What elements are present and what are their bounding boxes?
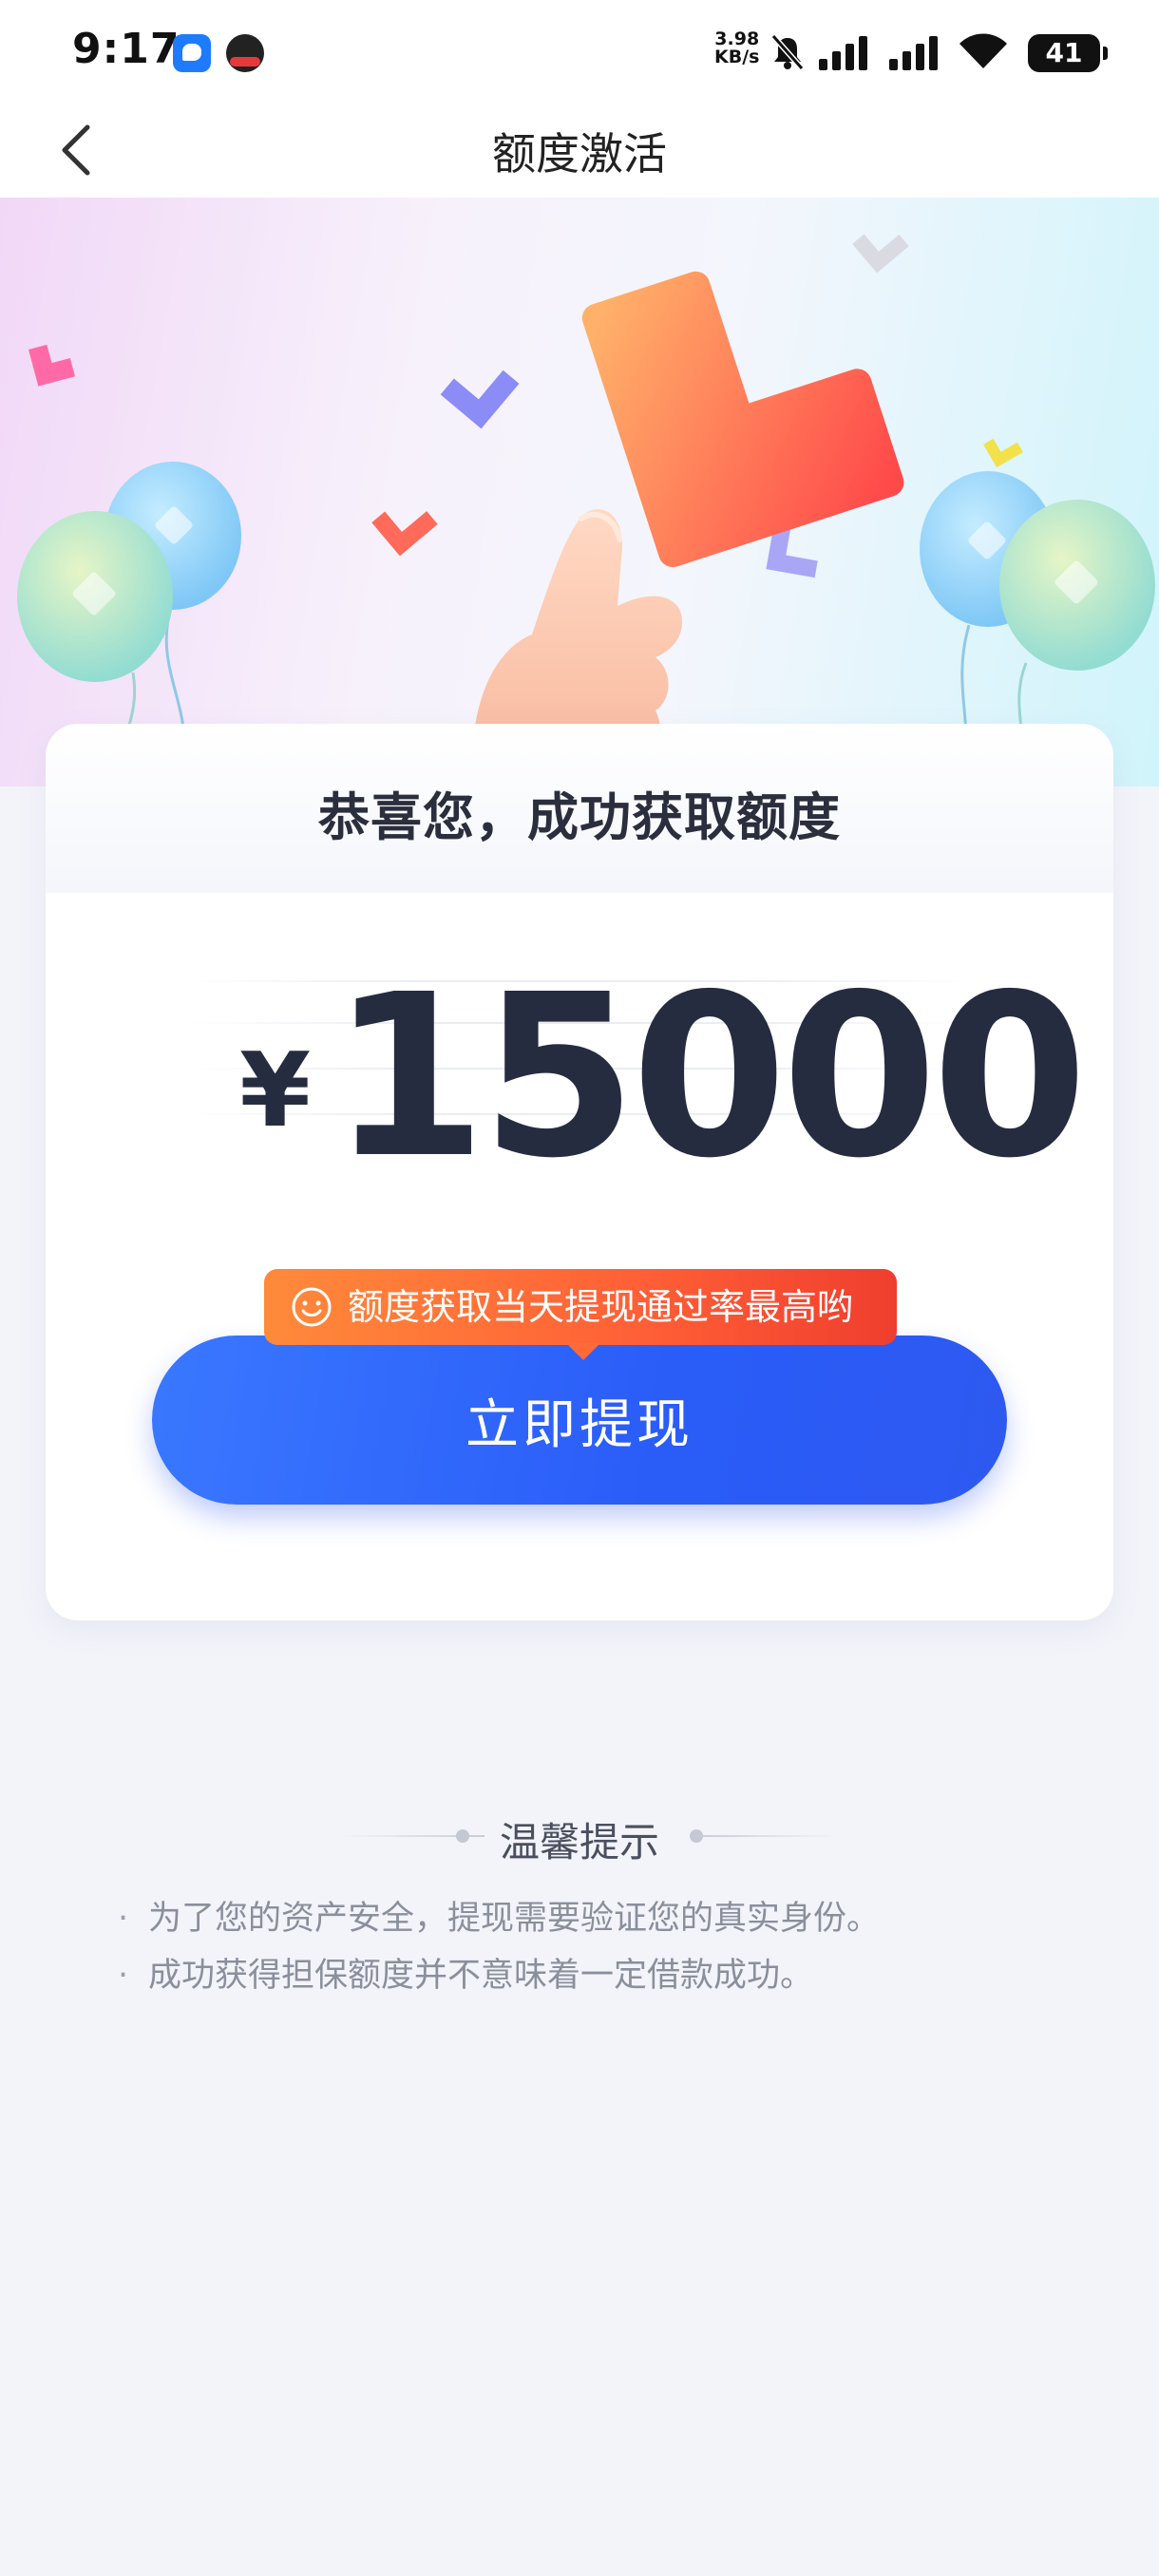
hero-illustration bbox=[0, 198, 1159, 786]
mute-icon bbox=[770, 34, 805, 70]
tips-item: 成功获得担保额度并不意味着一定借款成功。 bbox=[118, 1947, 1068, 2004]
approval-tip-tooltip: 额度获取当天提现通过率最高哟 bbox=[264, 1269, 897, 1360]
wifi-icon bbox=[960, 33, 1007, 68]
big-heart-icon bbox=[581, 271, 904, 568]
currency-symbol: ¥ bbox=[239, 1032, 312, 1150]
status-time: 9:17 bbox=[72, 25, 180, 73]
card-title: 恭喜您，成功获取额度 bbox=[318, 787, 841, 847]
network-speed-unit: KB/s bbox=[714, 47, 760, 67]
smile-icon bbox=[292, 1287, 332, 1327]
status-bar: 9:17 3.98 KB/s 41 bbox=[0, 0, 1159, 103]
credit-card-panel: 恭喜您，成功获取额度 ¥ 15000 立即提现 额度获取当天提现通过率最高哟 bbox=[46, 724, 1113, 1620]
tips-item: 为了您的资产安全，提现需要验证您的真实身份。 bbox=[118, 1890, 1068, 1947]
hero-graphic bbox=[17, 234, 1155, 786]
tooltip-text: 额度获取当天提现通过率最高哟 bbox=[348, 1286, 854, 1328]
page-title: 额度激活 bbox=[492, 128, 667, 180]
tips-list: 为了您的资产安全，提现需要验证您的真实身份。 成功获得担保额度并不意味着一定借款… bbox=[118, 1890, 1068, 2004]
tips-divider-right bbox=[695, 1835, 838, 1837]
card-header: 恭喜您，成功获取额度 bbox=[46, 724, 1113, 893]
small-heart-purple-icon bbox=[440, 369, 520, 429]
battery-icon: 41 bbox=[1028, 34, 1108, 72]
nav-bar: 额度激活 bbox=[0, 103, 1159, 198]
battery-level: 41 bbox=[1045, 37, 1083, 68]
small-heart-red-icon bbox=[371, 511, 438, 557]
tips-heading: 温馨提示 bbox=[499, 1819, 659, 1866]
signal-icon-2 bbox=[889, 36, 938, 70]
network-speed: 3.98 KB/s bbox=[714, 30, 759, 66]
withdraw-now-button[interactable]: 立即提现 bbox=[152, 1335, 1007, 1505]
credit-amount: 15000 bbox=[331, 946, 1088, 1207]
chat-app-icon bbox=[173, 34, 211, 72]
small-heart-pink-icon bbox=[28, 344, 75, 387]
small-heart-grey-icon bbox=[852, 234, 909, 274]
signal-icon bbox=[819, 36, 867, 70]
game-app-icon bbox=[226, 34, 264, 72]
small-heart-yellow-icon bbox=[983, 438, 1023, 468]
